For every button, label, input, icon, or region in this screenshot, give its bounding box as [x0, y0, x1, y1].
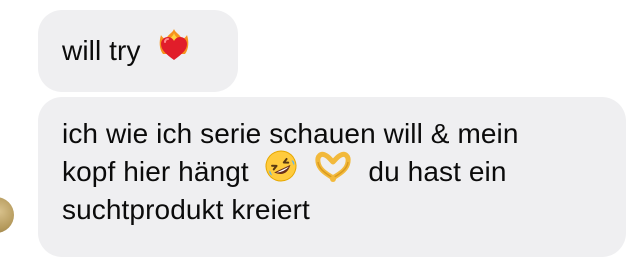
heart-on-fire-icon	[156, 27, 192, 73]
message-bubble[interactable]: will try	[38, 10, 238, 92]
message-bubble[interactable]: ich wie ich serie schauen will & mein ko…	[38, 97, 626, 257]
message-text-segment: kopf hier hängt	[62, 156, 249, 187]
rolling-on-floor-laughing-icon	[263, 148, 299, 194]
message-text-line: suchtprodukt kreiert	[62, 194, 310, 225]
chat-thread: will try ich wie ich serie schauen will …	[0, 0, 640, 266]
heart-hands-icon	[313, 148, 353, 194]
message-text-line: kopf hier hängt du hast ein	[62, 150, 626, 191]
message-text: will try	[62, 35, 141, 66]
avatar[interactable]	[0, 197, 14, 233]
message-text-segment: du hast ein	[368, 156, 507, 187]
